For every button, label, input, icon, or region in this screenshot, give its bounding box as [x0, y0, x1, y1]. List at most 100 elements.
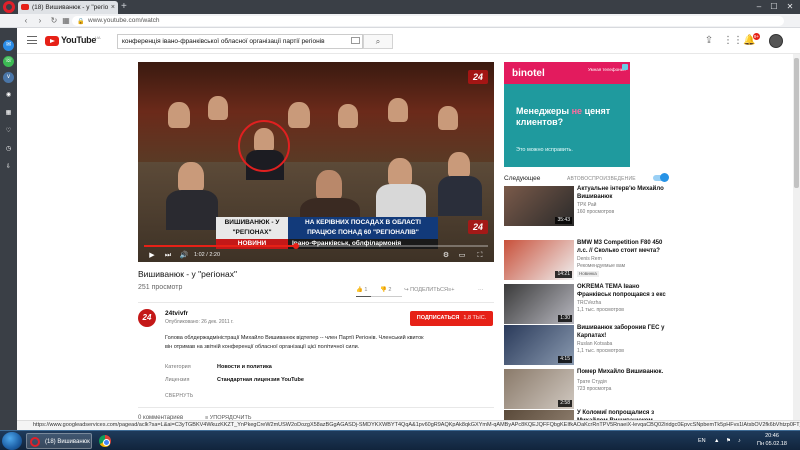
bookmarks-icon[interactable]: ♡ [3, 126, 14, 137]
messenger-icon[interactable]: ✉ [3, 40, 14, 51]
category-value[interactable]: Новости и политика [217, 364, 272, 370]
ad-brand: binotel [512, 68, 545, 79]
recommendation-thumbnail[interactable]: 4:15 [504, 325, 574, 365]
video-title: Вишиванюк - у "регіонах" [138, 269, 237, 279]
taskbar-opera[interactable]: (18) Вишиванюк -... [26, 433, 92, 449]
recommendation-title[interactable]: BMW M3 Competition F80 450 л.с. // Сколь… [577, 240, 669, 255]
taskbar-clock[interactable]: 20:46 Пн 05.02.18 [752, 433, 792, 448]
show-less-button[interactable]: СВЕРНУТЬ [165, 393, 193, 399]
share-icon: ↪ [404, 287, 409, 293]
apps-icon[interactable]: ⋮⋮ [723, 35, 743, 46]
url-field[interactable]: 🔒 www.youtube.com/watch [72, 16, 784, 26]
recommendation-channel: TRCVezha [577, 300, 602, 306]
video-duration: 35:43 [555, 217, 572, 224]
recommendation-thumbnail[interactable]: 14:21 [504, 240, 574, 280]
recommendation-title[interactable]: Актуальне інтерв'ю Михайло Вишиванюк [577, 186, 669, 201]
new-tab-icon[interactable]: + [121, 0, 127, 14]
recommendation-thumbnail[interactable]: 2:58 [504, 369, 574, 409]
speed-dial-sidebar-icon[interactable]: ▦ [3, 108, 14, 119]
license-value[interactable]: Стандартная лицензия YouTube [217, 377, 304, 383]
minimize-button[interactable]: – [752, 0, 766, 14]
recommendation-channel: Трате Студія [577, 379, 607, 385]
upload-icon[interactable]: ⇪ [703, 35, 715, 46]
video-duration: 4:15 [558, 356, 572, 363]
windows-taskbar: (18) Вишиванюк -... EN ▲ ⚑ ♪ 20:46Пн 05.… [0, 430, 800, 450]
recommendation-channel: Denis Rem [577, 256, 602, 262]
like-ratio-bar [356, 296, 402, 297]
snapshot-icon[interactable]: ◉ [3, 90, 14, 101]
youtube-logo-icon[interactable] [45, 36, 59, 46]
youtube-logo-text[interactable]: YouTube [61, 35, 96, 45]
opera-menu-icon[interactable] [3, 1, 15, 13]
dislike-button[interactable]: 👎 2 [380, 286, 391, 295]
screen: (18) Вишиванюк - у "регіо × + – ☐ ✕ ‹ › … [0, 0, 800, 450]
youtube-header: YouTube UA конференція івано-франківсько… [17, 28, 800, 54]
scrollbar-thumb[interactable] [794, 58, 799, 188]
speed-dial-icon[interactable]: ▦ [60, 14, 72, 28]
recommendation-item[interactable]: 14:21 BMW M3 Competition F80 450 л.с. // … [504, 240, 674, 282]
recommendation-thumbnail[interactable]: 1:30 [504, 284, 574, 324]
tray-network-icon[interactable]: ▲ [714, 431, 719, 450]
like-button[interactable]: 👍 1 [356, 286, 367, 295]
tray-volume-icon[interactable]: ♪ [738, 431, 741, 450]
tray-flag-icon[interactable]: ⚑ [726, 431, 731, 450]
progress-fill [144, 245, 297, 247]
theater-mode-icon[interactable]: ▭ [456, 249, 468, 262]
next-icon[interactable]: ⏭ [162, 249, 174, 262]
share-button[interactable]: ↪ ПОДЕЛИТЬСЯ [404, 286, 448, 295]
forward-icon[interactable]: › [34, 14, 46, 28]
back-icon[interactable]: ‹ [20, 14, 32, 28]
recommendation-item[interactable]: 35:43 Актуальне інтерв'ю Михайло Вишиваню… [504, 186, 674, 228]
vk-icon[interactable]: v [3, 72, 14, 83]
recommendation-thumbnail[interactable]: 35:43 [504, 186, 574, 226]
new-badge: Новинка [577, 271, 599, 277]
tab-close-icon[interactable]: × [111, 1, 115, 14]
downloads-icon[interactable]: ⇩ [3, 162, 14, 173]
play-icon[interactable]: ▶ [146, 249, 158, 262]
recommendation-item[interactable]: 2:58 Помер Михайло Вишиванюк. Трате Студія… [504, 369, 674, 411]
recommendation-title[interactable]: OKREMA TEMA Івано Франківськ попрощався … [577, 284, 669, 299]
history-icon[interactable]: ◷ [3, 144, 14, 155]
lock-icon: 🔒 [77, 19, 85, 25]
browser-tab-youtube[interactable]: (18) Вишиванюк - у "регіо × [18, 1, 118, 14]
recommendation-title[interactable]: Помер Михайло Вишиванюк. [577, 369, 669, 377]
autoplay-toggle[interactable] [653, 173, 669, 182]
subscribe-button[interactable]: ПОДПИСАТЬСЯ 1,8 ТЫС. [410, 311, 493, 326]
divider [138, 407, 494, 408]
ad-subtitle: Это можно исправить. [516, 147, 573, 153]
recommendation-title[interactable]: Вишиванюк заборонив ГЕС у Карпатах! [577, 325, 669, 340]
maximize-button[interactable]: ☐ [767, 0, 781, 14]
recommendation-views: 1,1 тыс. просмотров [577, 307, 624, 313]
search-button[interactable]: ⌕ [363, 34, 393, 49]
guide-menu-icon[interactable] [27, 36, 37, 44]
opera-sidebar: ✉ ☏ v ◉ ▦ ♡ ◷ ⇩ [0, 28, 17, 430]
channel-name[interactable]: 24tvivfr [165, 310, 188, 317]
youtube-favicon-icon [21, 4, 29, 10]
page-scrollbar[interactable] [793, 54, 800, 420]
search-input[interactable]: конференція івано-франківської обласної … [117, 34, 363, 49]
start-button[interactable] [2, 432, 22, 450]
volume-icon[interactable]: 🔊 [178, 249, 190, 262]
recommendation-item[interactable]: 1:30 OKREMA TEMA Івано Франківськ попроща… [504, 284, 674, 326]
keyboard-icon[interactable] [351, 37, 360, 44]
account-avatar[interactable] [769, 34, 783, 48]
up-next-label: Следующее [504, 175, 541, 182]
video-player[interactable]: 24 ВИШИВАНЮК - У "РЕГІОНАХ" НА КЕРІВНИХ П… [138, 62, 494, 262]
fullscreen-icon[interactable]: ⛶ [474, 249, 486, 262]
settings-icon[interactable]: ⚙ [440, 249, 452, 262]
ad-choices-icon[interactable] [622, 64, 628, 70]
progress-bar[interactable] [144, 243, 488, 249]
notifications-badge: 9+ [753, 33, 760, 40]
ad-banner[interactable]: binotel Умная телефония Менеджеры не цен… [504, 62, 630, 167]
recommendation-item[interactable]: 4:15 Вишиванюк заборонив ГЕС у Карпатах! R… [504, 325, 674, 367]
reload-icon[interactable]: ↻ [48, 14, 60, 28]
view-count: 251 просмотр [138, 284, 183, 291]
more-actions-icon[interactable]: ··· [478, 286, 484, 295]
language-indicator[interactable]: EN [698, 431, 706, 450]
taskbar-chrome[interactable] [95, 433, 115, 449]
close-window-button[interactable]: ✕ [783, 0, 797, 14]
channel-avatar[interactable]: 24 [138, 309, 156, 327]
video-description: Голова облдержадміністрації Михайло Виши… [165, 335, 424, 350]
add-to-icon[interactable]: ≡+ [448, 286, 454, 295]
whatsapp-icon[interactable]: ☏ [3, 56, 14, 67]
